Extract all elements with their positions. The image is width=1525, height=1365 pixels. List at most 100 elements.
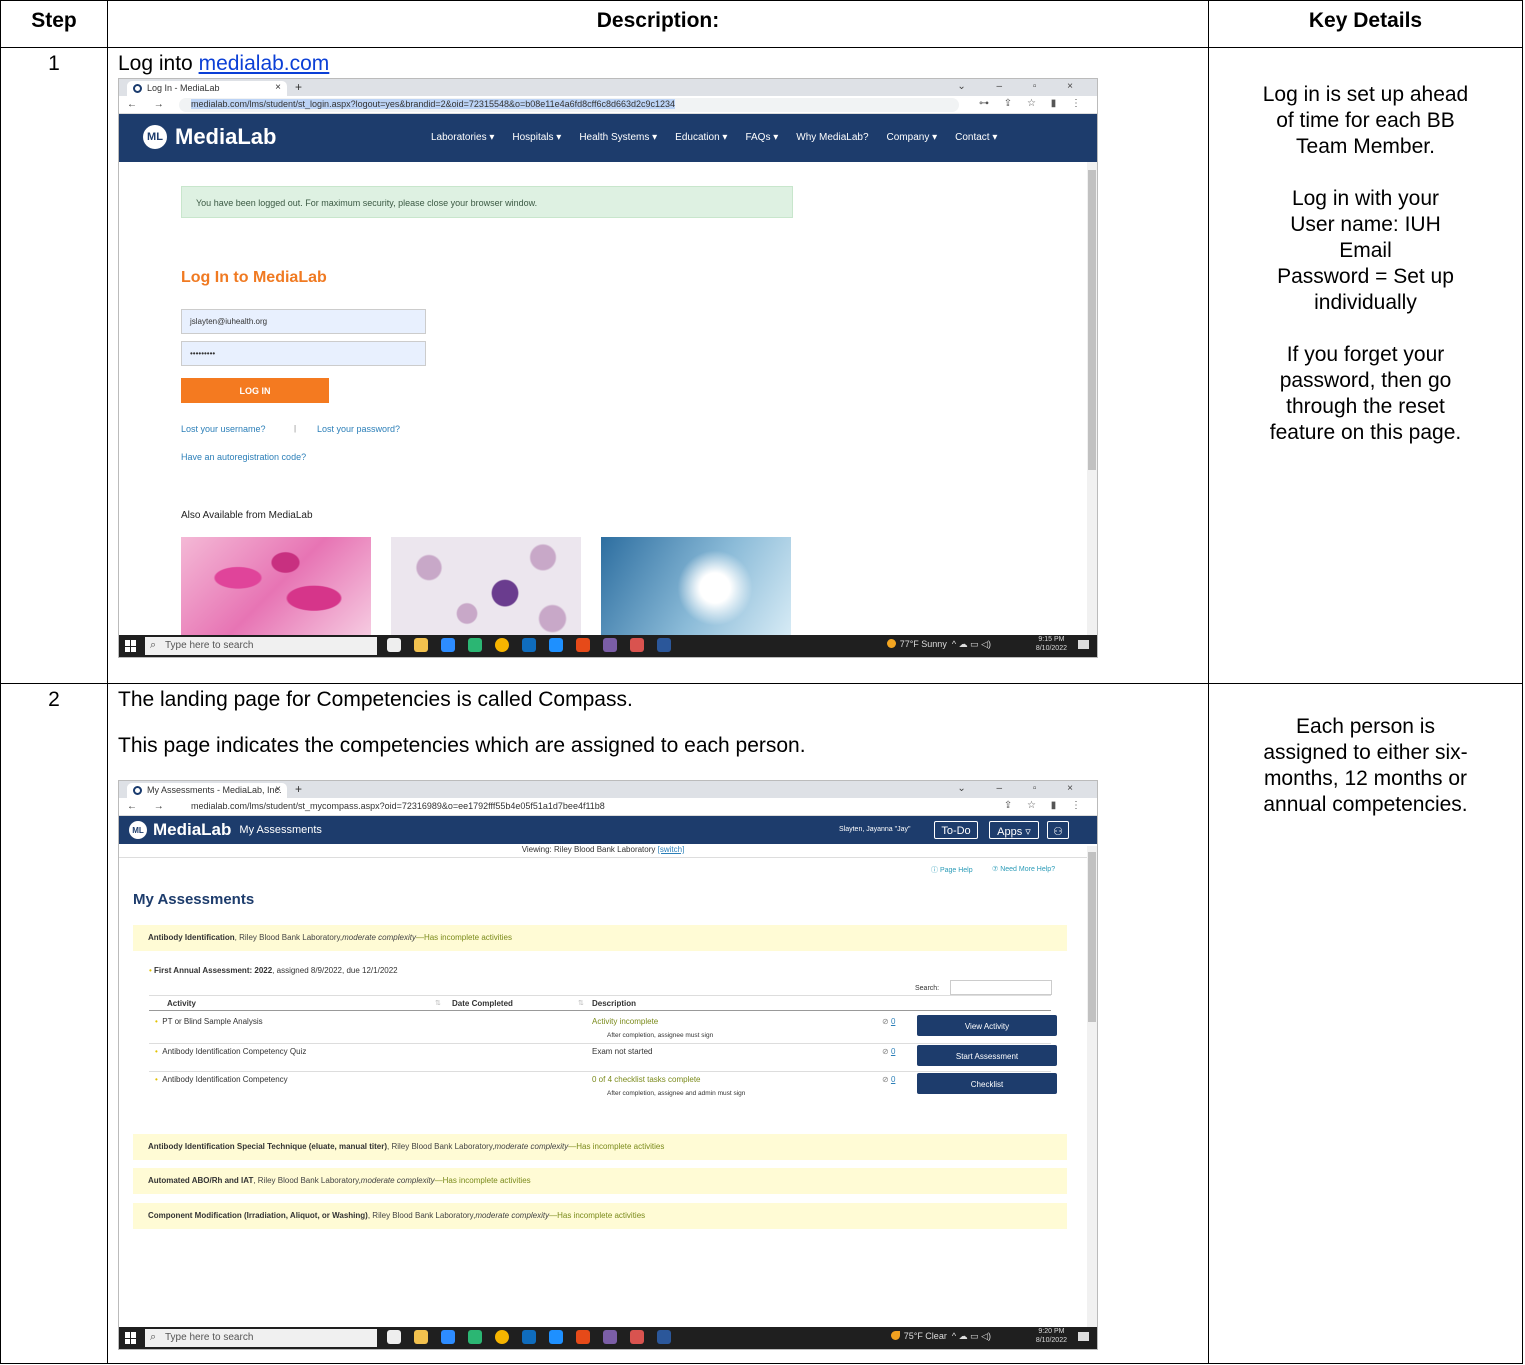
- pathology-tissue-image[interactable]: [181, 537, 371, 639]
- password-input[interactable]: •••••••••: [181, 341, 426, 366]
- blood-smear-image[interactable]: [391, 537, 581, 639]
- weather-text[interactable]: 75°F Clear: [904, 1331, 947, 1341]
- zoom-app-icon[interactable]: [441, 1330, 455, 1344]
- chrome-active-app-icon[interactable]: [630, 1330, 644, 1344]
- search-input[interactable]: [950, 980, 1052, 995]
- page-scrollbar[interactable]: [1087, 846, 1097, 1327]
- lost-username-link[interactable]: Lost your username?: [181, 424, 266, 434]
- onedrive-app-icon[interactable]: [549, 638, 563, 652]
- new-tab-icon[interactable]: +: [295, 80, 302, 94]
- address-bar[interactable]: medialab.com/lms/student/st_login.aspx?l…: [179, 98, 959, 112]
- chrome-app-icon[interactable]: [495, 638, 509, 652]
- address-icons[interactable]: ⇪ ☆ ▮ ⋮: [1004, 800, 1087, 811]
- step-number-2: 2: [0, 683, 108, 1364]
- todo-button[interactable]: To-Do: [934, 821, 978, 839]
- table-header-top: [149, 995, 1051, 996]
- page-scrollbar[interactable]: [1087, 162, 1097, 635]
- menu-hospitals[interactable]: Hospitals ▾: [512, 132, 561, 143]
- menu-health-systems[interactable]: Health Systems ▾: [579, 132, 657, 143]
- close-tab-icon[interactable]: ×: [275, 784, 281, 795]
- onedrive-app-icon[interactable]: [549, 1330, 563, 1344]
- section-component-modification[interactable]: Component Modification (Irradiation, Ali…: [133, 1203, 1067, 1229]
- notification-icon[interactable]: [1078, 640, 1089, 649]
- window-controls[interactable]: ⌄ – ▫ ×: [957, 783, 1087, 794]
- file-app-icon[interactable]: [387, 638, 401, 652]
- menu-contact[interactable]: Contact ▾: [955, 132, 997, 143]
- start-assessment-button[interactable]: Start Assessment: [917, 1045, 1057, 1066]
- file-app-icon[interactable]: [387, 1330, 401, 1344]
- explorer-app-icon[interactable]: [414, 638, 428, 652]
- zoom-app-icon[interactable]: [441, 638, 455, 652]
- outlook-app-icon[interactable]: [522, 1330, 536, 1344]
- login-screenshot: Log In - MediaLab × + ⌄ – ▫ × ← → C media…: [118, 78, 1098, 658]
- taskbar-clock[interactable]: 9:15 PM 8/10/2022: [1036, 636, 1067, 654]
- address-icons[interactable]: ⊶ ⇪ ☆ ▮ ⋮: [979, 98, 1087, 109]
- medialab-logo[interactable]: ML MediaLab: [143, 124, 276, 150]
- need-more-help-link[interactable]: ⑦ Need More Help?: [992, 865, 1055, 873]
- menu-education[interactable]: Education ▾: [675, 132, 727, 143]
- word-app-icon[interactable]: [657, 1330, 671, 1344]
- teams-app-icon[interactable]: [468, 638, 482, 652]
- col-activity[interactable]: Activity: [167, 999, 196, 1008]
- sort-icon[interactable]: ⇅: [578, 999, 584, 1007]
- section-automated-abo-rh[interactable]: Automated ABO/Rh and IAT, Riley Blood Ba…: [133, 1168, 1067, 1194]
- switch-link[interactable]: [switch]: [658, 845, 685, 854]
- chrome-active-app-icon[interactable]: [630, 638, 644, 652]
- menu-laboratories[interactable]: Laboratories ▾: [431, 132, 494, 143]
- col-description[interactable]: Description: [592, 999, 636, 1008]
- col-date-completed[interactable]: Date Completed: [452, 999, 513, 1008]
- attachment-count[interactable]: ⊘ 0: [882, 1075, 895, 1084]
- checklist-button[interactable]: Checklist: [917, 1073, 1057, 1094]
- view-activity-button[interactable]: View Activity: [917, 1015, 1057, 1036]
- scrollbar-thumb[interactable]: [1088, 852, 1096, 1022]
- tray-icons[interactable]: ^ ☁ ▭ ◁): [952, 639, 991, 649]
- section-antibody-special-technique[interactable]: Antibody Identification Special Techniqu…: [133, 1134, 1067, 1160]
- step-number-1: 1: [0, 47, 108, 684]
- user-name[interactable]: Slayten, Jayanna "Jay": [839, 826, 911, 833]
- step-row-1: 1 Log into medialab.com Log In - MediaLa…: [0, 47, 1523, 684]
- section-antibody-identification[interactable]: Antibody Identification, Riley Blood Ban…: [133, 925, 1067, 951]
- autoregistration-link[interactable]: Have an autoregistration code?: [181, 452, 306, 462]
- medialab-logo[interactable]: ML MediaLab My Assessments: [129, 820, 322, 840]
- taskbar-clock[interactable]: 9:20 PM 8/10/2022: [1036, 1328, 1067, 1346]
- windows-start-icon[interactable]: [125, 640, 137, 652]
- office-app-icon[interactable]: [576, 638, 590, 652]
- page-help-link[interactable]: ⓘ Page Help: [931, 865, 973, 875]
- assessment-heading[interactable]: • First Annual Assessment: 2022, assigne…: [149, 966, 398, 975]
- chrome-app-icon[interactable]: [495, 1330, 509, 1344]
- browser-tab[interactable]: My Assessments - MediaLab, Inc. ×: [127, 783, 287, 798]
- menu-why-medialab[interactable]: Why MediaLab?: [796, 132, 868, 143]
- attachment-count[interactable]: ⊘ 0: [882, 1047, 895, 1056]
- user-icon[interactable]: ⚇: [1047, 821, 1069, 839]
- slack-app-icon[interactable]: [603, 1330, 617, 1344]
- teams-app-icon[interactable]: [468, 1330, 482, 1344]
- outlook-app-icon[interactable]: [522, 638, 536, 652]
- window-controls[interactable]: ⌄ – ▫ ×: [957, 81, 1087, 92]
- address-bar[interactable]: medialab.com/lms/student/st_mycompass.as…: [179, 800, 989, 814]
- slack-app-icon[interactable]: [603, 638, 617, 652]
- lost-password-link[interactable]: Lost your password?: [317, 424, 400, 434]
- menu-faqs[interactable]: FAQs ▾: [745, 132, 778, 143]
- attachment-count[interactable]: ⊘ 0: [882, 1017, 895, 1026]
- login-button[interactable]: LOG IN: [181, 378, 329, 403]
- notification-icon[interactable]: [1078, 1332, 1089, 1341]
- explorer-app-icon[interactable]: [414, 1330, 428, 1344]
- close-tab-icon[interactable]: ×: [275, 82, 281, 93]
- tray-icons[interactable]: ^ ☁ ▭ ◁): [952, 1331, 991, 1341]
- medialab-link[interactable]: medialab.com: [199, 52, 330, 75]
- office-app-icon[interactable]: [576, 1330, 590, 1344]
- apps-button[interactable]: Apps ▿: [989, 821, 1039, 839]
- username-input[interactable]: jslayten@iuhealth.org: [181, 309, 426, 334]
- word-app-icon[interactable]: [657, 638, 671, 652]
- new-tab-icon[interactable]: +: [295, 782, 302, 796]
- sort-icon[interactable]: ⇅: [435, 999, 441, 1007]
- taskbar-search[interactable]: ⌕ Type here to search: [145, 637, 377, 655]
- windows-start-icon[interactable]: [125, 1332, 137, 1344]
- scrollbar-thumb[interactable]: [1088, 170, 1096, 470]
- weather-text[interactable]: 77°F Sunny: [900, 639, 947, 649]
- menu-company[interactable]: Company ▾: [887, 132, 938, 143]
- section-complexity: moderate complexity: [342, 933, 416, 942]
- medical-tech-image[interactable]: [601, 537, 791, 639]
- taskbar-search[interactable]: ⌕ Type here to search: [145, 1329, 377, 1347]
- browser-tab[interactable]: Log In - MediaLab ×: [127, 81, 287, 96]
